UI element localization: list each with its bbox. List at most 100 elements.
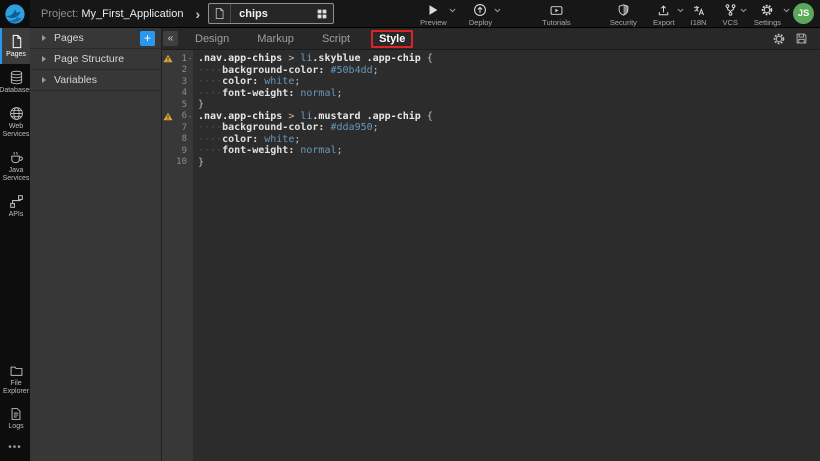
add-page-button[interactable]: +: [140, 31, 155, 46]
api-icon: [9, 194, 24, 209]
token-tag: li: [300, 111, 312, 122]
code-text: ····color: white;: [193, 134, 300, 145]
deploy-icon: [473, 3, 487, 17]
line-number: 4: [174, 88, 187, 98]
chevron-down-icon[interactable]: [494, 8, 501, 13]
i18n-button[interactable]: I18N: [691, 0, 707, 27]
tab-design[interactable]: Design: [188, 31, 236, 47]
page-file-icon: [209, 4, 231, 23]
chevron-down-icon[interactable]: [449, 8, 456, 13]
pages-icon: [9, 34, 24, 49]
chevron-right-icon: [42, 35, 46, 41]
editor-settings-button[interactable]: [772, 32, 786, 46]
gear-icon: [760, 3, 774, 17]
avatar[interactable]: JS: [793, 3, 814, 24]
token-pun: {: [421, 53, 433, 64]
token-ws: ····: [198, 145, 222, 156]
code-line: 6-.nav.app-chips > li.mustard .app-chip …: [162, 111, 820, 123]
tutorials-button[interactable]: Tutorials: [542, 0, 570, 27]
line-number: 2: [174, 65, 187, 75]
sidebar-item-label: Logs: [8, 423, 23, 431]
editor-area: « Design Markup Script Style 1-.nav.app-chi…: [162, 28, 820, 461]
tab-style[interactable]: Style: [371, 30, 413, 48]
collapse-panel-button[interactable]: «: [163, 31, 178, 46]
deploy-label: Deploy: [469, 18, 492, 27]
panel-section-label: Page Structure: [54, 53, 155, 65]
code-line: 4····font-weight: normal;: [162, 88, 820, 100]
token-pun: ;: [373, 122, 379, 133]
export-icon: [657, 3, 670, 17]
sidebar-item-apis[interactable]: APIs: [0, 188, 30, 224]
export-label: Export: [653, 18, 675, 27]
token-pun: {: [421, 111, 433, 122]
code-line: 8····color: white;: [162, 134, 820, 146]
chevron-right-icon: [42, 56, 46, 62]
token-ws: ····: [198, 65, 222, 76]
token-pun: >: [282, 53, 300, 64]
sidebar-item-web-services[interactable]: Web Services: [0, 100, 30, 144]
save-button[interactable]: [795, 32, 808, 46]
line-number: 3: [174, 77, 187, 87]
line-number: 1: [174, 54, 187, 64]
chevron-down-icon[interactable]: [740, 8, 747, 13]
more-menu-button[interactable]: •••: [0, 436, 30, 461]
preview-label: Preview: [420, 18, 447, 27]
breadcrumb-chevron: ›: [195, 6, 200, 22]
sidebar-item-databases[interactable]: Databases: [0, 64, 30, 100]
sidebar-item-java-services[interactable]: Java Services: [0, 144, 30, 188]
code-text: }: [193, 157, 204, 168]
code-text: ····font-weight: normal;: [193, 145, 343, 156]
play-icon: [426, 3, 440, 17]
chevron-right-icon: [42, 77, 46, 83]
token-prop: background-color:: [222, 122, 324, 133]
panel-section-variables[interactable]: Variables: [30, 70, 161, 91]
token-sel: .app-chip: [361, 111, 421, 122]
tab-markup[interactable]: Markup: [250, 31, 301, 47]
deploy-button[interactable]: Deploy: [469, 0, 492, 27]
code-line: 5}: [162, 99, 820, 111]
editor-tab-actions: [772, 32, 808, 46]
wavemaker-studio: Project: My_First_Application › chips Pr…: [0, 0, 820, 461]
sidebar-item-logs[interactable]: Logs: [0, 401, 30, 436]
code-text: ····background-color: #dda950;: [193, 122, 379, 133]
code-text: ····background-color: #50b4dd;: [193, 65, 379, 76]
token-sel: .skyblue: [312, 53, 360, 64]
pages-grid-icon[interactable]: [311, 8, 333, 20]
export-button[interactable]: Export: [653, 0, 675, 27]
globe-icon: [9, 106, 24, 121]
panel-section-page-structure[interactable]: Page Structure: [30, 49, 161, 70]
chevron-down-icon[interactable]: [783, 8, 790, 13]
page-tab-chips[interactable]: chips: [208, 3, 334, 24]
panel-section-label: Pages: [54, 32, 140, 44]
line-number: 7: [174, 123, 187, 133]
token-pun: >: [282, 111, 300, 122]
translate-icon: [692, 3, 706, 17]
security-label: Security: [610, 18, 637, 27]
token-sel: .mustard: [312, 111, 360, 122]
wavemaker-logo[interactable]: [0, 0, 30, 28]
css-code-editor[interactable]: 1-.nav.app-chips > li.skyblue .app-chip …: [162, 50, 820, 461]
pages-panel: Pages+ Page Structure Variables: [30, 28, 162, 461]
token-prop: color:: [222, 134, 258, 145]
token-prop: font-weight:: [222, 88, 294, 99]
settings-button[interactable]: Settings: [754, 0, 781, 27]
left-sidebar: PagesDatabases Web Services Java ServicesA…: [0, 28, 30, 461]
branch-icon: [724, 3, 737, 17]
line-number: 9: [174, 146, 187, 156]
token-sel: .nav.app-chips: [198, 111, 282, 122]
sidebar-item-pages[interactable]: Pages: [0, 28, 30, 64]
security-button[interactable]: Security: [610, 0, 637, 27]
token-ws: ····: [198, 88, 222, 99]
sidebar-item-file-explorer[interactable]: File Explorer: [0, 358, 30, 401]
vcs-button[interactable]: VCS: [722, 0, 737, 27]
token-val: normal: [300, 145, 336, 156]
chevron-down-icon[interactable]: [677, 8, 684, 13]
panel-section-pages[interactable]: Pages+: [30, 28, 161, 49]
toolbar-mid-group: Tutorials: [542, 0, 570, 27]
code-line: 3····color: white;: [162, 76, 820, 88]
token-tag: li: [300, 53, 312, 64]
warning-icon: [162, 112, 174, 121]
sidebar-item-label: Web Services: [3, 123, 30, 139]
tab-script[interactable]: Script: [315, 31, 357, 47]
preview-button[interactable]: Preview: [420, 0, 447, 27]
